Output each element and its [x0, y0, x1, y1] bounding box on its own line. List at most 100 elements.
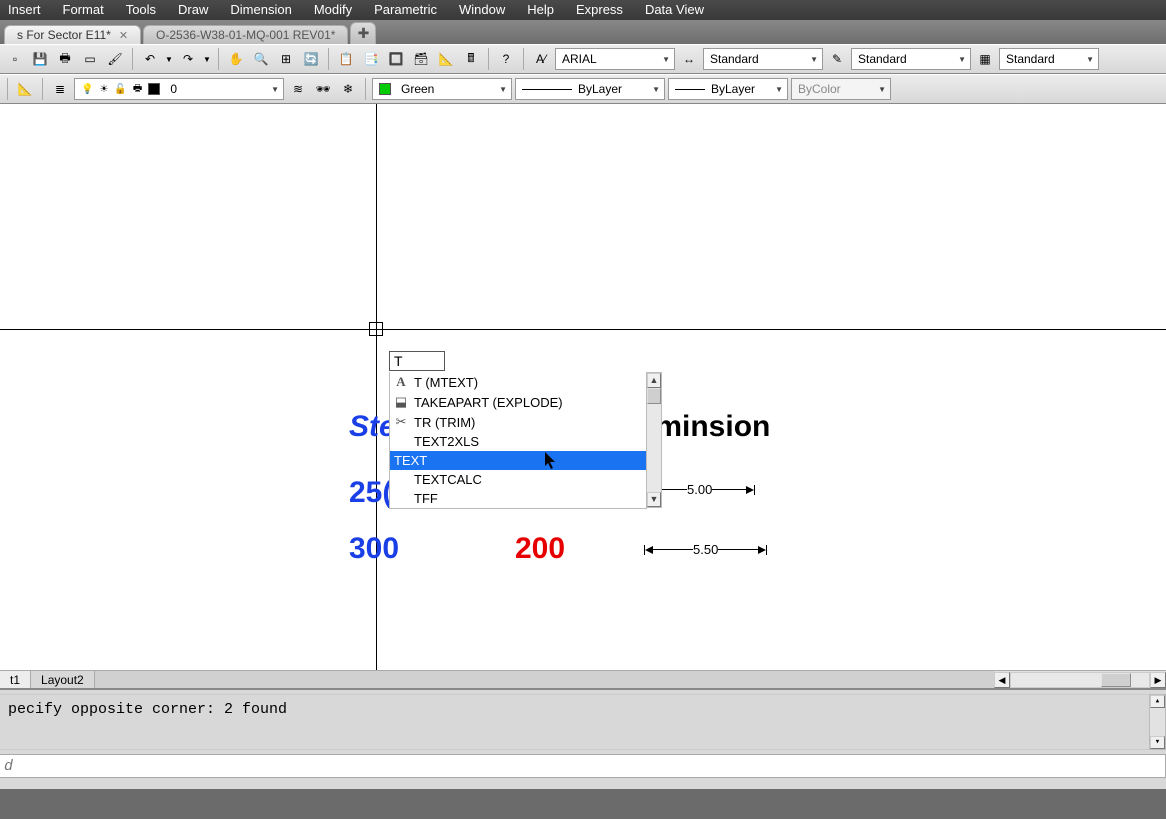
tablestyle-dropdown[interactable]: Standard	[999, 48, 1099, 70]
drawing-canvas[interactable]: Ste iminsion 25( 300 200 5.00 5.50 T AI …	[0, 104, 1166, 688]
menu-window[interactable]: Window	[459, 2, 505, 17]
redo-icon[interactable]: ↷	[177, 48, 199, 70]
dim-style-icon[interactable]: ↔	[678, 48, 700, 70]
suggestion-text[interactable]: TEXT	[390, 451, 646, 470]
select-icon[interactable]: ▭	[79, 48, 101, 70]
mleader-style-icon[interactable]: ✎	[826, 48, 848, 70]
toolbar-layers: 📐 ≣ 💡 ☀ 🔓 🖶 0 ≋ 🕶 ❄ Green ByLayer ByLaye…	[0, 74, 1166, 104]
command-history: pecify opposite corner: 2 found	[0, 694, 1166, 750]
zoom-prev-icon[interactable]: 🔄	[300, 48, 322, 70]
linetype-label: ByLayer	[578, 82, 622, 96]
scroll-up-icon[interactable]: ▲	[647, 373, 661, 388]
layer-bulb-icon: 💡	[81, 84, 93, 95]
layer-dropdown[interactable]: 💡 ☀ 🔓 🖶 0	[74, 78, 284, 100]
pan-icon[interactable]: ✋	[225, 48, 247, 70]
undo-dd-icon[interactable]: ▼	[164, 48, 174, 70]
help-icon[interactable]: ?	[495, 48, 517, 70]
plot-icon[interactable]: 🖶	[54, 48, 76, 70]
linetype-dropdown[interactable]: ByLayer	[515, 78, 665, 100]
document-tab-active[interactable]: s For Sector E11* ✕	[4, 25, 141, 44]
suggestion-trim[interactable]: ✂ TR (TRIM)	[390, 412, 646, 432]
layout-tab-t1[interactable]: t1	[0, 671, 31, 688]
layer-freeze-icon[interactable]: ❄	[337, 78, 359, 100]
suggestion-text2xls[interactable]: TEXT2XLS	[390, 432, 646, 451]
text-style-icon[interactable]: A⁄	[530, 48, 552, 70]
layout-spacer	[95, 671, 994, 688]
h-scrollbar[interactable]: ◀ ▶	[994, 671, 1166, 688]
suggestion-label: TFF	[414, 491, 438, 506]
explode-icon: ⬓	[394, 394, 408, 410]
separator	[132, 48, 133, 70]
canvas-text-200: 200	[515, 532, 565, 566]
new-tab-button[interactable]: ✚	[350, 22, 376, 44]
menu-express[interactable]: Express	[576, 2, 623, 17]
menu-format[interactable]: Format	[63, 2, 104, 17]
bycolor-dropdown[interactable]: ByColor	[791, 78, 891, 100]
menu-draw[interactable]: Draw	[178, 2, 208, 17]
layer-tool-icon[interactable]: 📐	[14, 78, 36, 100]
menu-modify[interactable]: Modify	[314, 2, 352, 17]
separator	[523, 48, 524, 70]
scroll-down-icon[interactable]: ▼	[647, 492, 661, 507]
layout-tab-layout2[interactable]: Layout2	[31, 671, 95, 688]
crosshair-horizontal	[0, 329, 1166, 330]
layer-off-icon[interactable]: 🕶	[312, 78, 334, 100]
layer-plot-icon: 🖶	[133, 81, 142, 98]
command-prompt-text: d	[4, 758, 13, 775]
menu-dataview[interactable]: Data View	[645, 2, 704, 17]
font-dropdown[interactable]: ARIAL	[555, 48, 675, 70]
suggestion-scrollbar[interactable]: ▲ ▼	[646, 372, 662, 508]
menu-parametric[interactable]: Parametric	[374, 2, 437, 17]
menu-help[interactable]: Help	[527, 2, 554, 17]
undo-icon[interactable]: ↶	[139, 48, 161, 70]
paint-icon[interactable]: 🖌	[104, 48, 126, 70]
suggestion-label: TAKEAPART (EXPLODE)	[414, 395, 563, 410]
color-dropdown[interactable]: Green	[372, 78, 512, 100]
color-label: Green	[401, 82, 434, 96]
menu-tools[interactable]: Tools	[126, 2, 156, 17]
clean-icon[interactable]: 🗃	[410, 48, 432, 70]
menu-insert[interactable]: Insert	[8, 2, 41, 17]
suggestion-label: TEXTCALC	[414, 472, 482, 487]
dimstyle-dropdown[interactable]: Standard	[851, 48, 971, 70]
command-scrollbar[interactable]: ▴ ▾	[1149, 694, 1166, 750]
command-suggestion-list: A T (MTEXT) ⬓ TAKEAPART (EXPLODE) ✂ TR (…	[389, 372, 647, 509]
tool-palette-icon[interactable]: 🔲	[385, 48, 407, 70]
scroll-up-icon[interactable]: ▴	[1150, 695, 1165, 708]
suggestion-tff[interactable]: TFF	[390, 489, 646, 508]
properties-icon[interactable]: 📋	[335, 48, 357, 70]
select-similar-icon[interactable]: 📐	[435, 48, 457, 70]
text-icon: A	[394, 374, 408, 390]
suggestion-textcalc[interactable]: TEXTCALC	[390, 470, 646, 489]
textstyle-dropdown[interactable]: Standard	[703, 48, 823, 70]
menu-dimension[interactable]: Dimension	[230, 2, 291, 17]
scroll-thumb[interactable]	[647, 388, 661, 404]
command-history-line: pecify opposite corner: 2 found	[8, 701, 1157, 718]
dynamic-input-box[interactable]: T	[389, 351, 445, 371]
document-tab-inactive[interactable]: O-2536-W38-01-MQ-001 REV01*	[143, 25, 348, 44]
layer-manager-icon[interactable]: ≣	[49, 78, 71, 100]
command-input[interactable]: d	[0, 754, 1166, 778]
scroll-thumb[interactable]	[1101, 673, 1131, 687]
suggestion-mtext[interactable]: A T (MTEXT)	[390, 372, 646, 392]
redo-dd-icon[interactable]: ▼	[202, 48, 212, 70]
document-tab-label: s For Sector E11*	[17, 28, 111, 42]
new-icon[interactable]: ▫	[4, 48, 26, 70]
scroll-right-icon[interactable]: ▶	[1150, 672, 1166, 688]
close-icon[interactable]: ✕	[119, 29, 128, 42]
lineweight-dropdown[interactable]: ByLayer	[668, 78, 788, 100]
suggestion-explode[interactable]: ⬓ TAKEAPART (EXPLODE)	[390, 392, 646, 412]
scroll-track[interactable]	[1010, 672, 1150, 688]
layer-state-icon[interactable]: ≋	[287, 78, 309, 100]
sheetset-icon[interactable]: 📑	[360, 48, 382, 70]
zoom-window-icon[interactable]: ⊞	[275, 48, 297, 70]
save-icon[interactable]: 💾	[29, 48, 51, 70]
calc-icon[interactable]: 🖩	[460, 48, 482, 70]
zoom-realtime-icon[interactable]: 🔍	[250, 48, 272, 70]
table-style-icon[interactable]: ▦	[974, 48, 996, 70]
dimstyle-label: Standard	[858, 52, 907, 66]
dimension-value: 5.00	[687, 482, 712, 497]
scroll-left-icon[interactable]: ◀	[994, 672, 1010, 688]
trim-icon: ✂	[394, 414, 408, 430]
scroll-down-icon[interactable]: ▾	[1150, 736, 1165, 749]
